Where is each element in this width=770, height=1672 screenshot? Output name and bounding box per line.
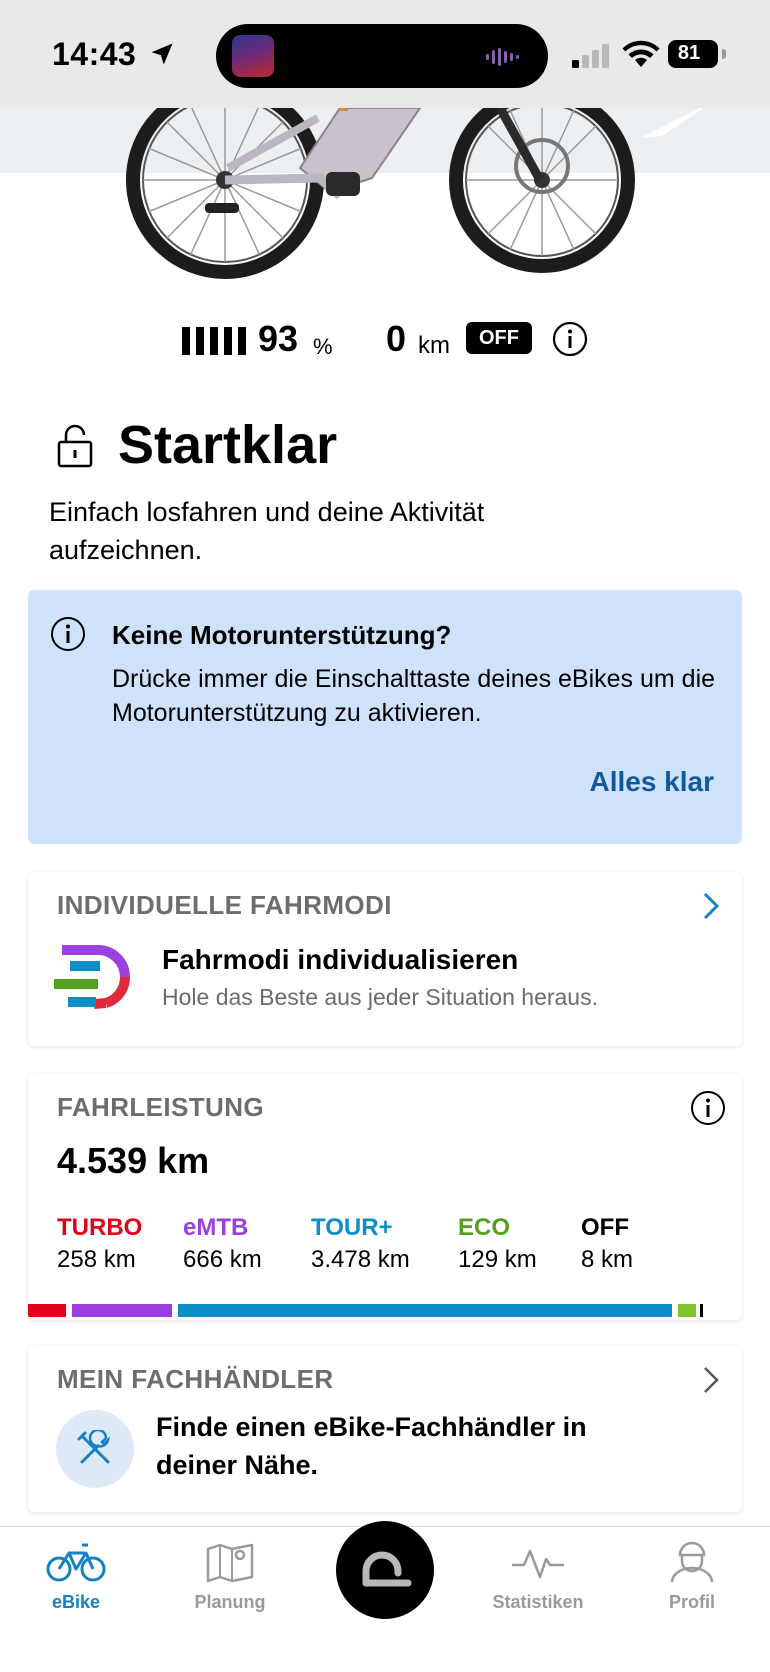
dismiss-hint-button[interactable]: Alles klar: [589, 766, 714, 798]
assist-mode-badge: OFF: [466, 322, 532, 354]
distance-bar-turbo: [28, 1304, 66, 1317]
distance-bar-off: [700, 1304, 703, 1317]
motor-hint-banner: Keine Motorunterstützung? Drücke immer d…: [28, 590, 742, 844]
riding-performance-card: FAHRLEISTUNG 4.539 km TURBO 258 km eMTB …: [28, 1074, 742, 1320]
hint-title: Keine Motorunterstützung?: [112, 620, 452, 650]
bike-status-row: 93 % 0 km OFF: [0, 310, 770, 370]
tab-label: Statistiken: [492, 1592, 584, 1612]
chevron-right-icon: [704, 1367, 719, 1393]
battery-cap: [722, 49, 726, 59]
status-bar: 14:43 81: [0, 0, 770, 108]
hint-text: Drücke immer die Einschalttaste deines e…: [112, 665, 716, 727]
tab-label: Profil: [668, 1592, 715, 1612]
dealer-text: Finde einen eBike-Fachhändler in deiner …: [156, 1412, 587, 1480]
cellular-signal-icon: [572, 44, 609, 68]
tab-planung[interactable]: Planung: [170, 1541, 290, 1613]
mode-name: eMTB: [183, 1214, 249, 1241]
info-icon: [51, 617, 85, 651]
dealer-card[interactable]: MEIN FACHHÄNDLER Finde einen eBike-Fachh…: [28, 1346, 742, 1512]
total-distance: 4.539 km: [57, 1140, 210, 1181]
distance-bar-eco: [678, 1304, 696, 1317]
riding-modes-card[interactable]: INDIVIDUELLE FAHRMODI Fahrmodi individua…: [28, 872, 742, 1046]
range-value: 0: [386, 318, 407, 359]
modes-subtitle: Hole das Beste aus jeder Situation herau…: [162, 984, 598, 1010]
mode-name: ECO: [458, 1214, 511, 1241]
bike-icon: [46, 1543, 106, 1582]
mode-stat-eco: ECO 129 km: [458, 1214, 537, 1274]
info-icon[interactable]: [690, 1090, 726, 1126]
percent-unit: %: [313, 334, 333, 359]
distance-bar-emtb: [72, 1304, 172, 1317]
mode-distance: 129 km: [458, 1246, 537, 1273]
profile-icon: [670, 1541, 714, 1583]
mode-name: TURBO: [57, 1214, 143, 1241]
mode-distance: 8 km: [581, 1246, 634, 1273]
now-playing-artwork[interactable]: [232, 35, 274, 77]
modes-title: Fahrmodi individualisieren: [162, 944, 519, 975]
ebike-illustration: [126, 108, 704, 279]
mode-distance: 3.478 km: [311, 1246, 410, 1273]
battery-percent: 93: [258, 318, 299, 359]
battery-level: 81: [677, 42, 701, 64]
tab-ebike[interactable]: eBike: [16, 1541, 136, 1613]
tab-bar: eBike Planung Statistiken Profil: [0, 1521, 770, 1672]
start-ride-button[interactable]: [336, 1521, 434, 1619]
tab-profil[interactable]: Profil: [632, 1541, 752, 1613]
mode-stat-tour-plus: TOUR+ 3.478 km: [311, 1214, 410, 1274]
range-unit: km: [418, 332, 450, 359]
page-title: Startklar: [118, 415, 338, 475]
tab-statistiken[interactable]: Statistiken: [478, 1541, 598, 1613]
mode-distance: 666 km: [183, 1246, 262, 1273]
distance-bar-tour-plus: [178, 1304, 672, 1317]
audio-waveform-icon: [486, 48, 519, 66]
battery-icon: 81: [668, 40, 718, 68]
info-icon[interactable]: [552, 321, 588, 357]
riding-modes-logo-icon: [54, 945, 131, 1009]
activity-icon: [512, 1549, 564, 1579]
tools-icon: [77, 1430, 111, 1464]
tools-icon-badge: [56, 1410, 134, 1488]
card-section-title: FAHRLEISTUNG: [57, 1092, 265, 1122]
tab-label: eBike: [51, 1592, 101, 1612]
wifi-icon: [622, 40, 660, 67]
location-arrow-icon: [151, 43, 173, 65]
mode-name: TOUR+: [311, 1214, 393, 1241]
mode-stat-emtb: eMTB 666 km: [183, 1214, 262, 1274]
tab-label: Planung: [194, 1592, 266, 1612]
card-section-title: INDIVIDUELLE FAHRMODI: [57, 890, 392, 920]
ride-logo-icon: [362, 1551, 412, 1587]
unlocked-lock-icon: [57, 424, 93, 468]
map-icon: [206, 1543, 254, 1583]
chevron-right-icon: [703, 892, 720, 920]
mode-stat-off: OFF 8 km: [581, 1214, 633, 1274]
mode-distance: 258 km: [57, 1246, 136, 1273]
card-section-title: MEIN FACHHÄNDLER: [57, 1364, 334, 1394]
mode-name: OFF: [581, 1214, 629, 1241]
mode-stat-turbo: TURBO 258 km: [57, 1214, 142, 1274]
page-subtitle: Einfach losfahren und deine Aktivität au…: [49, 497, 485, 565]
battery-bars-icon: [182, 327, 246, 355]
status-time: 14:43: [52, 36, 137, 72]
dynamic-island[interactable]: [216, 24, 548, 88]
